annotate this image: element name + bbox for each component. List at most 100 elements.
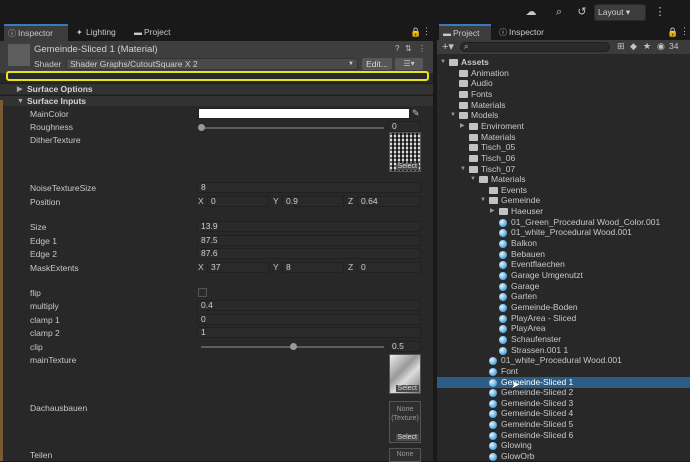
tree-folder-item[interactable]: ▼ Assets [437, 57, 690, 68]
flip-checkbox[interactable] [198, 288, 207, 297]
multiply-field[interactable]: 0.4 [197, 300, 421, 311]
tree-material-item[interactable]: 01_white_Procedural Wood.001 [437, 227, 690, 238]
kebab-menu-icon[interactable]: ⋮ [418, 44, 426, 53]
mask-y-field[interactable]: 8 [282, 262, 344, 273]
shader-options-button[interactable]: ☰▾ [395, 58, 423, 70]
edge2-field[interactable]: 87.6 [197, 248, 421, 259]
add-icon[interactable]: +▾ [442, 40, 454, 54]
search-by-label-icon[interactable]: ◆ [630, 41, 637, 52]
chevron-down-icon[interactable]: ▼ [450, 110, 456, 121]
tree-folder-item[interactable]: ▼ Models [437, 110, 690, 121]
tree-folder-item[interactable]: Materials [437, 100, 690, 111]
clamp2-field[interactable]: 1 [197, 327, 421, 338]
tree-material-item[interactable]: Gemeinde-Sliced 5 [437, 419, 690, 430]
tree-material-item[interactable]: Font [437, 366, 690, 377]
chevron-right-icon[interactable]: ▶ [460, 121, 465, 132]
clip-field[interactable]: 0.5 [388, 341, 421, 352]
tree-material-item[interactable]: 01_white_Procedural Wood.001 [437, 355, 690, 366]
surface-inputs-foldout[interactable]: ▼ Surface Inputs [0, 95, 433, 106]
history-icon[interactable]: ↺ [575, 5, 589, 19]
tree-folder-item[interactable]: ▼ Tisch_07 [437, 164, 690, 175]
clamp1-field[interactable]: 0 [197, 314, 421, 325]
dither-texture-slot[interactable]: Select [389, 132, 421, 172]
chevron-down-icon[interactable]: ▼ [470, 174, 476, 185]
size-field[interactable]: 13.9 [197, 221, 421, 232]
chevron-right-icon[interactable]: ▶ [490, 206, 495, 217]
tree-material-item[interactable]: Glowing [437, 440, 690, 451]
tree-material-item[interactable]: Gemeinde-Sliced 6 [437, 430, 690, 441]
tree-material-item[interactable]: Gemeinde-Sliced 4 [437, 408, 690, 419]
tree-material-item[interactable]: Bebauen [437, 249, 690, 260]
preset-icon[interactable]: ⇅ [405, 44, 412, 53]
teilen-texture-slot[interactable]: None [389, 448, 421, 462]
select-button[interactable]: Select [395, 385, 419, 392]
tab-inspector[interactable]: ⓘ Inspector [4, 24, 68, 41]
tree-material-item[interactable]: Garage Umgenutzt [437, 270, 690, 281]
dachausbauen-texture-slot[interactable]: None (Texture) Select [389, 401, 421, 443]
tree-material-item[interactable]: 01_Green_Procedural Wood_Color.001 [437, 217, 690, 228]
chevron-down-icon[interactable]: ▼ [440, 57, 446, 68]
mask-x-field[interactable]: 37 [207, 262, 269, 273]
tree-folder-item[interactable]: Tisch_05 [437, 142, 690, 153]
tab-project[interactable]: ▬ Project [130, 24, 182, 41]
chevron-down-icon[interactable]: ▼ [460, 164, 466, 175]
layout-dropdown[interactable]: Layout ▾ [594, 4, 646, 21]
tree-material-item[interactable]: PlayArea - Sliced [437, 313, 690, 324]
tree-material-item[interactable]: Schaufenster [437, 334, 690, 345]
roughness-slider-handle[interactable] [198, 124, 205, 131]
tree-folder-item[interactable]: Materials [437, 132, 690, 143]
hidden-packages-icon[interactable]: ◉ [657, 41, 665, 52]
tree-material-item[interactable]: PlayArea [437, 323, 690, 334]
search-icon[interactable]: ⌕ [552, 5, 566, 19]
tab-inspector[interactable]: ⓘ Inspector [495, 24, 555, 41]
tree-folder-item[interactable]: Tisch_06 [437, 153, 690, 164]
tree-folder-item[interactable]: ▶ Enviroment [437, 121, 690, 132]
cloud-icon[interactable]: ☁ [524, 5, 538, 19]
tree-folder-item[interactable]: ▼ Gemeinde [437, 195, 690, 206]
tree-folder-item[interactable]: Fonts [437, 89, 690, 100]
tree-folder-item[interactable]: Events [437, 185, 690, 196]
lock-icon[interactable]: 🔒 [410, 27, 421, 38]
tree-material-item[interactable]: Eventflaechen [437, 259, 690, 270]
surface-options-foldout[interactable]: ▶ Surface Options [0, 83, 433, 94]
tree-material-item[interactable]: Garage [437, 281, 690, 292]
clip-slider-handle[interactable] [289, 343, 297, 350]
tree-folder-item[interactable]: Audio [437, 78, 690, 89]
search-input[interactable]: ⌕ [460, 42, 610, 52]
tab-project[interactable]: ▬ Project [439, 24, 491, 41]
tree-material-item[interactable]: GlowOrb [437, 451, 690, 461]
tree-material-item[interactable]: Gemeinde-Boden [437, 302, 690, 313]
roughness-slider-track[interactable] [201, 127, 384, 129]
maincolor-swatch[interactable] [198, 108, 410, 119]
search-by-type-icon[interactable]: ⊞ [617, 41, 625, 52]
main-texture-slot[interactable]: Select [389, 354, 421, 394]
kebab-menu-icon[interactable]: ⋮ [422, 26, 431, 37]
select-button[interactable]: Select [395, 434, 419, 441]
edge1-field[interactable]: 87.5 [197, 235, 421, 246]
eyedropper-icon[interactable]: ✎ [412, 108, 420, 119]
tree-material-item[interactable]: Gemeinde-Sliced 2 [437, 387, 690, 398]
tree-material-item[interactable]: Balkon [437, 238, 690, 249]
tree-folder-item[interactable]: ▶ Haeuser [437, 206, 690, 217]
tree-material-item[interactable]: Gemeinde-Sliced 1 [437, 376, 690, 388]
edit-shader-button[interactable]: Edit... [362, 58, 392, 70]
more-icon[interactable]: ⋮ [653, 5, 667, 19]
tree-material-item[interactable]: Garten [437, 291, 690, 302]
favorite-icon[interactable]: ★ [643, 41, 651, 52]
position-x-field[interactable]: 0 [207, 196, 269, 207]
help-icon[interactable]: ? [395, 44, 399, 53]
noisetexturesize-field[interactable]: 8 [197, 182, 421, 193]
kebab-menu-icon[interactable]: ⋮ [680, 26, 689, 37]
tree-material-item[interactable]: Strassen.001 1 [437, 345, 690, 356]
roughness-field[interactable]: 0 [388, 121, 421, 132]
tab-lighting[interactable]: ✦ Lighting [72, 24, 128, 41]
tree-material-item[interactable]: Gemeinde-Sliced 3 [437, 398, 690, 409]
mask-z-field[interactable]: 0 [357, 262, 421, 273]
position-z-field[interactable]: 0.64 [357, 196, 421, 207]
shader-dropdown[interactable]: Shader Graphs/CutoutSquare X 2 ▼ [66, 58, 358, 70]
tree-folder-item[interactable]: Animation [437, 68, 690, 79]
chevron-down-icon[interactable]: ▼ [480, 195, 486, 206]
lock-icon[interactable]: 🔒 [667, 27, 678, 38]
select-button[interactable]: Select [395, 163, 419, 170]
position-y-field[interactable]: 0.9 [282, 196, 344, 207]
